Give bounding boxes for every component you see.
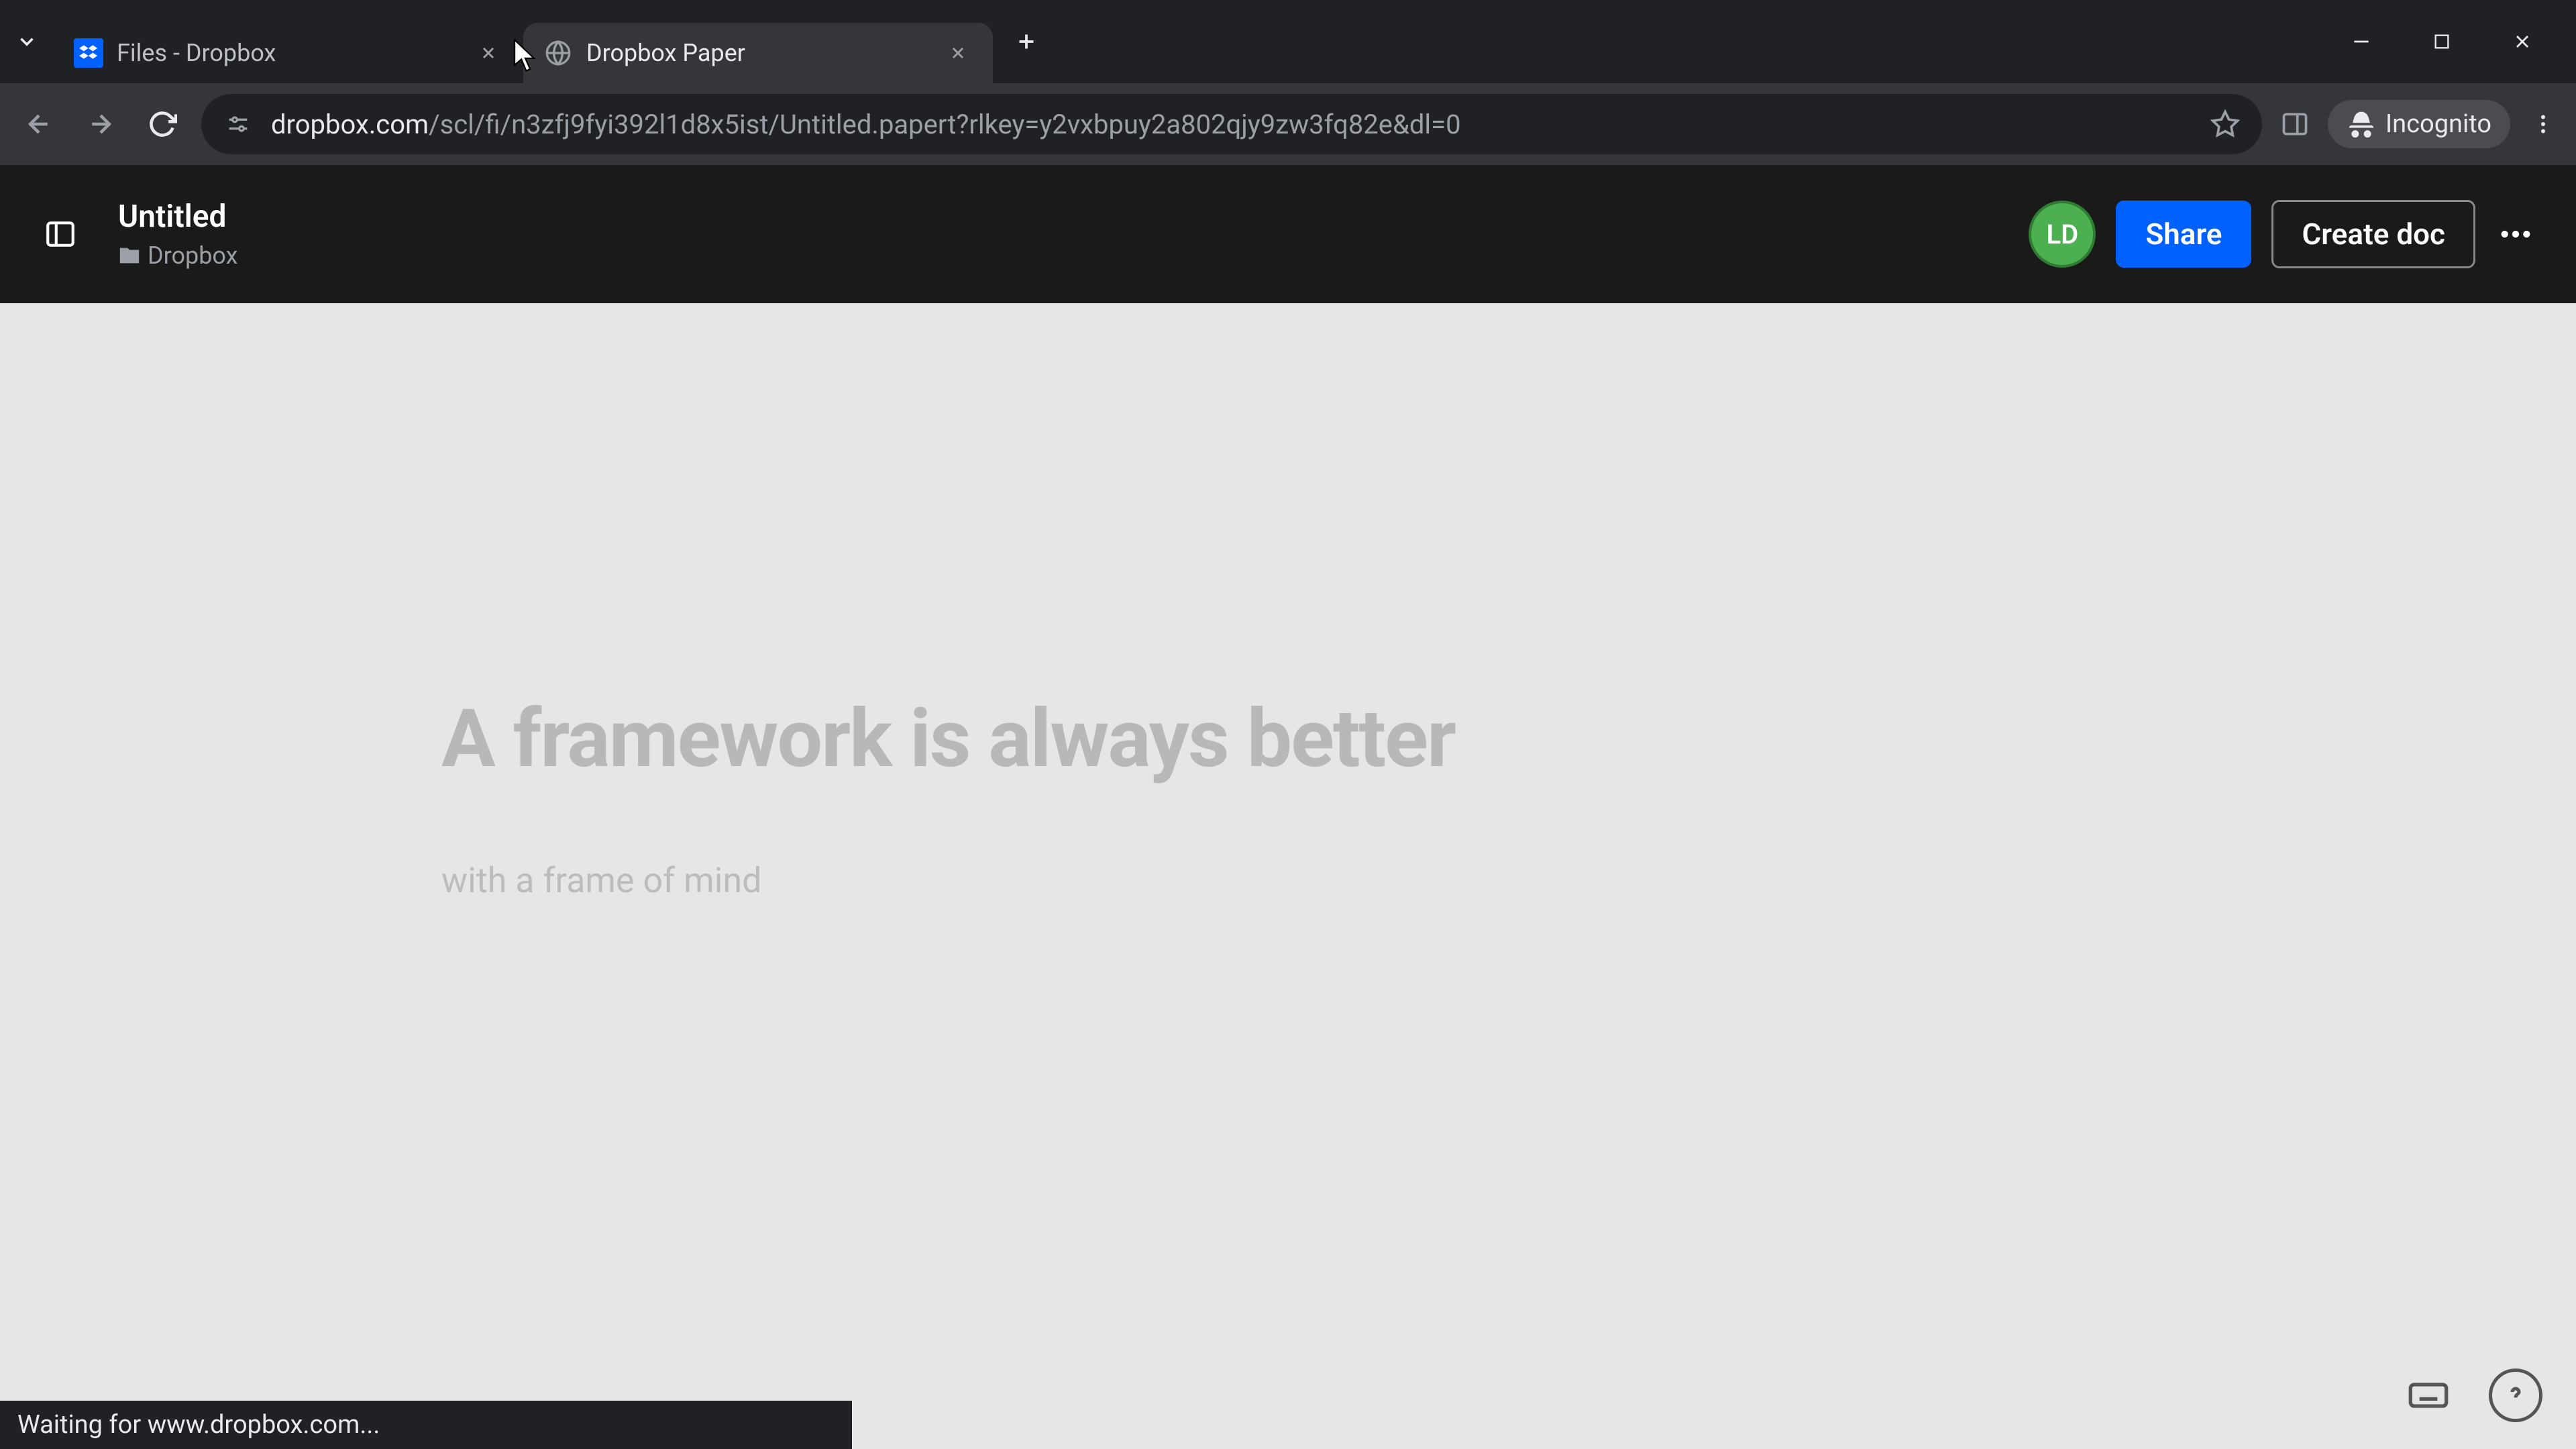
- keyboard-shortcuts-button[interactable]: [2402, 1368, 2455, 1422]
- side-panel-button[interactable]: [2278, 107, 2312, 141]
- star-icon: [2210, 109, 2240, 139]
- document-canvas[interactable]: A framework is always better with a fram…: [0, 303, 2576, 1449]
- dots-vertical-icon: [2531, 112, 2555, 136]
- keyboard-icon: [2407, 1374, 2450, 1417]
- folder-icon: [118, 244, 141, 267]
- browser-tab-strip: Files - Dropbox Dropbox Paper: [0, 0, 2576, 83]
- tab-close-button[interactable]: [474, 38, 503, 68]
- url-path: /scl/fi/n3zfj9fyi392l1d8x5ist/Untitled.p…: [429, 109, 1461, 140]
- document-meta: Untitled Dropbox: [118, 199, 237, 270]
- document-title[interactable]: Untitled: [118, 199, 237, 235]
- incognito-icon: [2347, 109, 2376, 139]
- create-doc-button[interactable]: Create doc: [2271, 200, 2475, 268]
- maximize-icon: [2432, 32, 2451, 51]
- bookmark-button[interactable]: [2208, 107, 2242, 141]
- sidebar-toggle-button[interactable]: [40, 214, 80, 254]
- window-minimize-button[interactable]: [2341, 21, 2381, 62]
- help-button[interactable]: [2489, 1368, 2542, 1422]
- window-close-button[interactable]: [2502, 21, 2542, 62]
- window-controls: [2341, 21, 2563, 62]
- paper-header: Untitled Dropbox LD Share Create doc: [0, 165, 2576, 303]
- window-maximize-button[interactable]: [2422, 21, 2462, 62]
- chrome-menu-button[interactable]: [2526, 107, 2560, 141]
- browser-toolbar: dropbox.com/scl/fi/n3zfj9fyi392l1d8x5ist…: [0, 83, 2576, 165]
- minimize-icon: [2351, 31, 2372, 52]
- dots-horizontal-icon: [2497, 215, 2534, 253]
- avatar-initials: LD: [2046, 219, 2078, 250]
- tab-close-button[interactable]: [943, 38, 973, 68]
- status-bar: Waiting for www.dropbox.com...: [0, 1401, 852, 1449]
- breadcrumb-folder: Dropbox: [148, 241, 237, 270]
- plus-icon: [1014, 30, 1038, 54]
- tabs-dropdown-button[interactable]: [7, 21, 47, 62]
- tab-title: Files - Dropbox: [117, 39, 460, 67]
- document-body-placeholder[interactable]: with a frame of mind: [441, 860, 1783, 901]
- reload-button[interactable]: [140, 101, 185, 147]
- breadcrumb[interactable]: Dropbox: [118, 241, 237, 270]
- chevron-down-icon: [15, 30, 38, 53]
- document-heading-placeholder[interactable]: A framework is always better: [441, 692, 1783, 786]
- tune-icon: [225, 111, 252, 138]
- document-body[interactable]: A framework is always better with a fram…: [441, 692, 1783, 901]
- back-button[interactable]: [16, 101, 62, 147]
- site-info-button[interactable]: [221, 107, 255, 141]
- share-label: Share: [2145, 217, 2222, 252]
- incognito-label: Incognito: [2385, 109, 2491, 139]
- close-icon: [479, 44, 498, 62]
- address-bar[interactable]: dropbox.com/scl/fi/n3zfj9fyi392l1d8x5ist…: [201, 94, 2262, 154]
- sidebar-icon: [44, 217, 77, 251]
- user-avatar[interactable]: LD: [2029, 201, 2096, 268]
- header-actions: LD Share Create doc: [2029, 200, 2536, 268]
- question-icon: [2502, 1382, 2529, 1409]
- canvas-floating-buttons: [2402, 1368, 2542, 1422]
- panel-icon: [2280, 109, 2310, 139]
- browser-tab[interactable]: Files - Dropbox: [54, 23, 523, 83]
- arrow-right-icon: [86, 109, 115, 139]
- url-host: dropbox.com: [271, 109, 429, 140]
- forward-button[interactable]: [78, 101, 123, 147]
- new-tab-button[interactable]: [1006, 21, 1046, 62]
- close-icon: [2512, 31, 2533, 52]
- create-doc-label: Create doc: [2302, 217, 2445, 252]
- status-text: Waiting for www.dropbox.com...: [17, 1410, 380, 1440]
- arrow-left-icon: [24, 109, 54, 139]
- browser-tab[interactable]: Dropbox Paper: [523, 23, 993, 83]
- share-button[interactable]: Share: [2116, 201, 2251, 268]
- url-text: dropbox.com/scl/fi/n3zfj9fyi392l1d8x5ist…: [271, 109, 2192, 140]
- globe-favicon: [543, 38, 573, 68]
- more-button[interactable]: [2496, 214, 2536, 254]
- close-icon: [949, 44, 967, 62]
- incognito-indicator[interactable]: Incognito: [2328, 100, 2510, 148]
- reload-icon: [148, 109, 177, 139]
- dropbox-favicon: [74, 38, 103, 68]
- tab-title: Dropbox Paper: [586, 39, 930, 67]
